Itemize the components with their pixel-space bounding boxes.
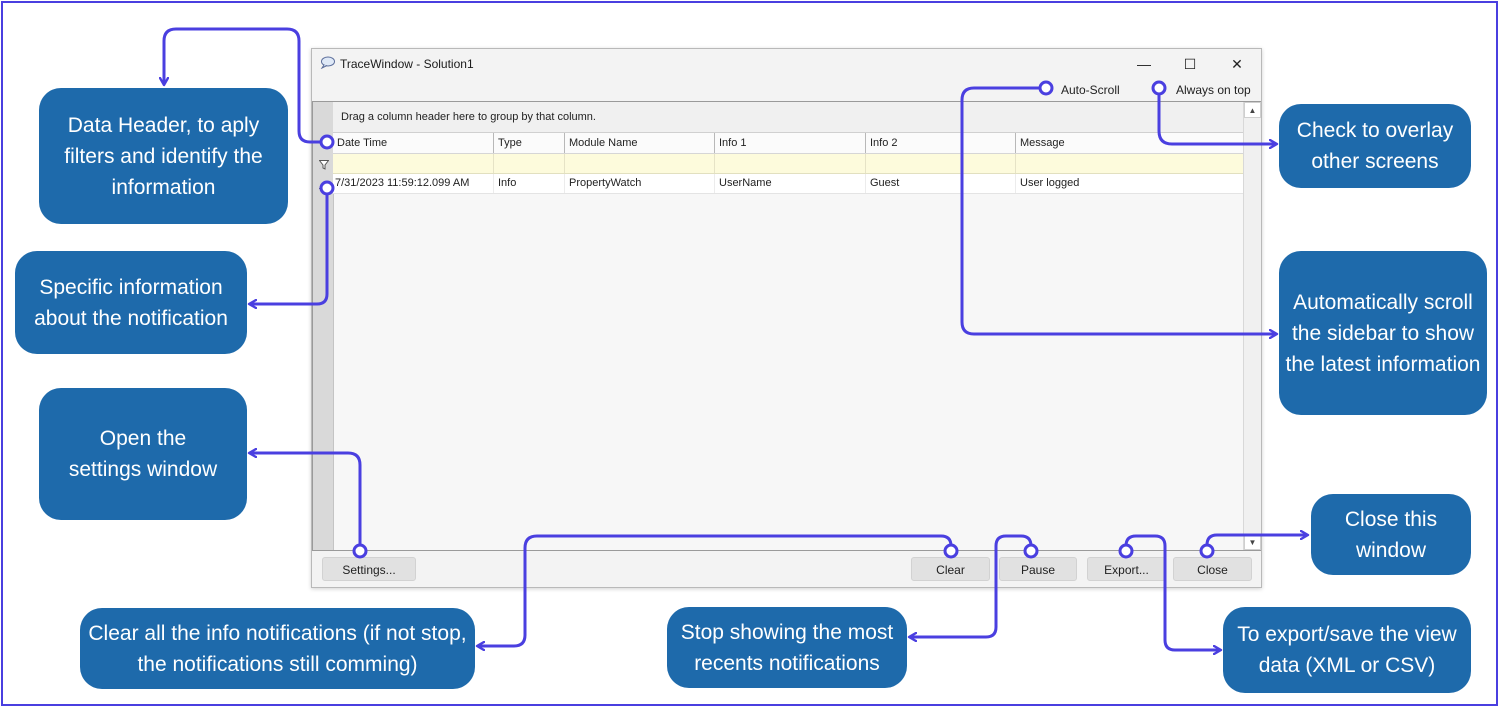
anchor-dot (1038, 80, 1054, 96)
anchor-dot (1151, 80, 1167, 96)
connector-close (1205, 535, 1307, 551)
anchor-dot (319, 180, 335, 196)
connector-clear (478, 534, 953, 646)
anchor-dot (1199, 543, 1215, 559)
anchor-dot (1118, 543, 1134, 559)
anchor-dot (1023, 543, 1039, 559)
anchor-dot (352, 543, 368, 559)
connector-always-on-top (1157, 88, 1276, 144)
connector-auto-scroll (960, 86, 1276, 334)
connector-data-header (164, 27, 327, 144)
connector-lines (0, 27, 1501, 709)
connector-pause (910, 534, 1033, 637)
anchor-dot (319, 134, 335, 150)
connector-settings (250, 453, 362, 551)
anchor-dot (943, 543, 959, 559)
connector-specific-info (250, 188, 329, 304)
